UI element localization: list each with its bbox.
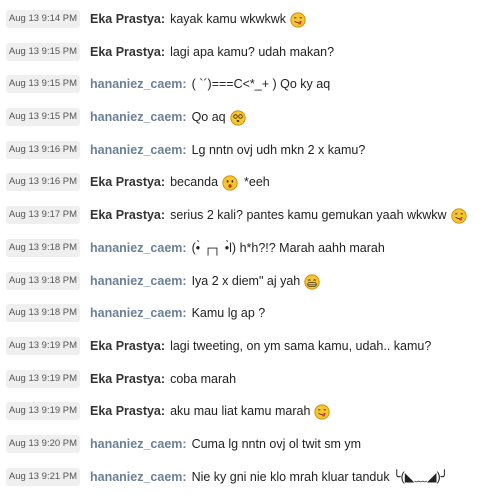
- message-timestamp: Aug 13 9:17 PM: [6, 206, 80, 225]
- message-line: Eka Prastya: lagi tweeting, on ym sama ka…: [90, 338, 431, 354]
- message-line: Eka Prastya: becanda *eeh: [90, 174, 270, 192]
- message-line: hananiez_caem: ( `´)===C<*_+ ) Qo ky aq: [90, 76, 330, 92]
- message-timestamp: Aug 13 9:15 PM: [6, 42, 80, 61]
- dizzy-face-icon: [229, 110, 246, 126]
- message-text: coba marah: [170, 371, 237, 386]
- message-row: Aug 13 9:18 PM hananiez_caem: (•̀ ┌┐ •̀l) …: [0, 233, 497, 266]
- message-text: serius 2 kali? pantes kamu gemukan yaah …: [170, 208, 447, 223]
- message-row: Aug 13 9:14 PM Eka Prastya: kayak kamu wkw…: [0, 4, 497, 37]
- message-line: hananiez_caem: Cuma lg nntn ovj ol twit s…: [90, 436, 361, 452]
- message-sender: hananiez_caem:: [90, 436, 187, 451]
- message-sender: Eka Prastya:: [90, 404, 166, 419]
- message-sender: hananiez_caem:: [90, 469, 187, 484]
- message-sender: Eka Prastya:: [90, 175, 166, 190]
- message-sender: hananiez_caem:: [90, 306, 187, 321]
- message-text: Nie ky gni nie klo mrah kluar tanduk ╰(◣…: [191, 469, 449, 484]
- message-sender: Eka Prastya:: [90, 208, 166, 223]
- message-suffix-text: *eeh: [244, 175, 270, 190]
- message-sender: Eka Prastya:: [90, 44, 166, 59]
- message-timestamp: Aug 13 9:16 PM: [6, 173, 80, 192]
- message-sender: Eka Prastya:: [90, 12, 166, 26]
- message-row: Aug 13 9:15 PM Eka Prastya: lagi apa kamu?…: [0, 37, 497, 70]
- message-text: Iya 2 x diem" aj yah: [191, 273, 301, 288]
- message-text: Kamu lg ap ?: [191, 306, 266, 321]
- message-row: Aug 13 9:16 PM Eka Prastya: becanda *eeh: [0, 167, 497, 200]
- message-row: Aug 13 9:15 PM hananiez_caem: Qo aq: [0, 102, 497, 135]
- message-text: becanda: [170, 175, 219, 190]
- message-line: hananiez_caem: Lg nntn ovj udh mkn 2 x ka…: [90, 142, 365, 158]
- message-line: Eka Prastya: lagi apa kamu? udah makan?: [90, 44, 334, 60]
- message-timestamp: Aug 13 9:20 PM: [6, 434, 80, 453]
- message-line: Eka Prastya: kayak kamu wkwkwk: [90, 11, 306, 28]
- message-sender: hananiez_caem:: [90, 142, 187, 157]
- message-line: hananiez_caem: Qo aq: [90, 109, 246, 126]
- message-line: Eka Prastya: coba marah: [90, 371, 236, 387]
- message-line: hananiez_caem: Nie ky gni nie klo mrah kl…: [90, 469, 448, 485]
- message-timestamp: Aug 13 9:16 PM: [6, 140, 80, 159]
- tongue-face-icon: [450, 208, 467, 224]
- message-line: Eka Prastya: serius 2 kali? pantes kamu g…: [90, 207, 467, 224]
- message-timestamp: Aug 13 9:14 PM: [6, 10, 80, 28]
- message-timestamp: Aug 13 9:19 PM: [6, 402, 80, 421]
- message-timestamp: Aug 13 9:15 PM: [6, 75, 80, 94]
- surprised-face-icon: [222, 175, 238, 192]
- grin-face-icon: [304, 273, 320, 290]
- message-row: Aug 13 9:17 PM Eka Prastya: serius 2 kali?…: [0, 200, 497, 233]
- message-text: ( `´)===C<*_+ ) Qo ky aq: [191, 77, 331, 92]
- tongue-face-icon: [290, 12, 306, 28]
- message-row: Aug 13 9:19 PM Eka Prastya: coba marah: [0, 364, 497, 397]
- message-text: (•̀ ┌┐ •̀l) h*h?!? Marah aahh marah: [191, 240, 385, 255]
- message-sender: hananiez_caem:: [90, 273, 187, 288]
- message-sender: hananiez_caem:: [90, 77, 187, 92]
- message-sender: Eka Prastya:: [90, 338, 166, 353]
- message-row: Aug 13 9:19 PM Eka Prastya: lagi tweeting,…: [0, 331, 497, 364]
- message-timestamp: Aug 13 9:21 PM: [6, 467, 80, 486]
- message-row: Aug 13 9:20 PM hananiez_caem: Cuma lg nntn…: [0, 429, 497, 462]
- message-timestamp: Aug 13 9:19 PM: [6, 369, 80, 388]
- message-text: Qo aq: [191, 110, 226, 125]
- tongue-face-icon: [314, 404, 331, 420]
- message-line: hananiez_caem: Iya 2 x diem" aj yah: [90, 273, 320, 290]
- message-line: hananiez_caem: Kamu lg ap ?: [90, 305, 265, 321]
- chat-transcript: Aug 13 9:14 PM Eka Prastya: kayak kamu wkw…: [0, 0, 497, 502]
- message-row: Aug 13 9:16 PM hananiez_caem: Lg nntn ovj …: [0, 135, 497, 168]
- message-row: Aug 13 9:18 PM hananiez_caem: Iya 2 x diem…: [0, 266, 497, 299]
- message-text: kayak kamu wkwkwk: [170, 12, 287, 26]
- message-text: lagi tweeting, on ym sama kamu, udah.. k…: [170, 338, 432, 353]
- message-row: Aug 13 9:15 PM hananiez_caem: ( `´)===C<*_…: [0, 69, 497, 102]
- message-sender: hananiez_caem:: [90, 110, 187, 125]
- message-row: Aug 13 9:21 PM hananiez_caem: Nie ky gni n…: [0, 462, 497, 495]
- message-timestamp: Aug 13 9:15 PM: [6, 108, 80, 127]
- message-sender: hananiez_caem:: [90, 240, 187, 255]
- message-text: Lg nntn ovj udh mkn 2 x kamu?: [191, 142, 366, 157]
- message-timestamp: Aug 13 9:18 PM: [6, 271, 80, 290]
- message-timestamp: Aug 13 9:19 PM: [6, 336, 80, 355]
- message-row: Aug 13 9:18 PM hananiez_caem: Kamu lg ap ?: [0, 298, 497, 331]
- message-line: hananiez_caem: (•̀ ┌┐ •̀l) h*h?!? Marah a…: [90, 240, 385, 256]
- message-timestamp: Aug 13 9:18 PM: [6, 304, 80, 323]
- message-text: lagi apa kamu? udah makan?: [170, 44, 335, 59]
- message-text: Cuma lg nntn ovj ol twit sm ym: [191, 436, 362, 451]
- message-row: Aug 13 9:19 PM Eka Prastya: aku mau liat k…: [0, 396, 497, 429]
- message-text: aku mau liat kamu marah: [170, 404, 311, 419]
- message-sender: Eka Prastya:: [90, 371, 166, 386]
- message-line: Eka Prastya: aku mau liat kamu marah: [90, 403, 331, 420]
- message-timestamp: Aug 13 9:18 PM: [6, 238, 80, 257]
